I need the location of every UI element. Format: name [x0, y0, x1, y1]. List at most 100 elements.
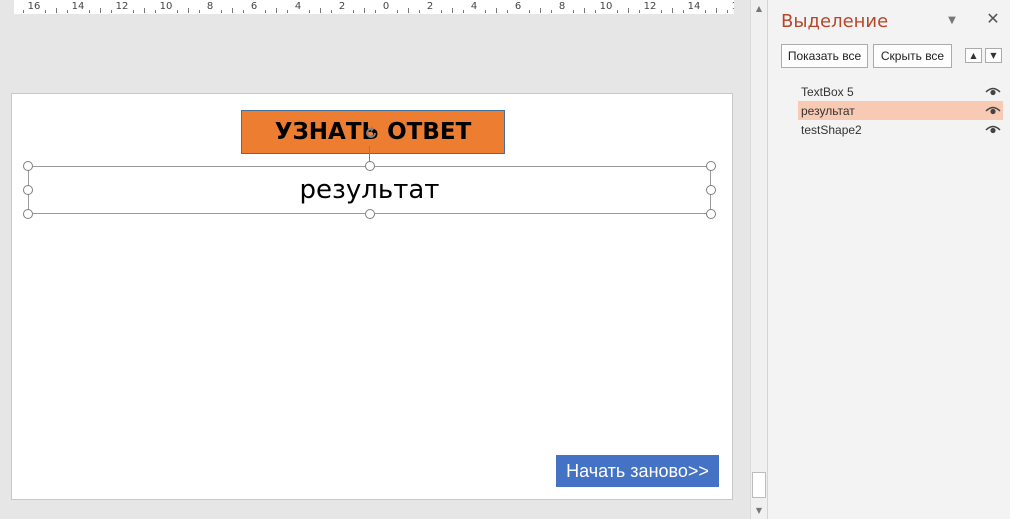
ruler-tick — [353, 10, 354, 13]
ruler-tick — [727, 10, 728, 13]
resize-handle-left[interactable] — [23, 185, 33, 195]
resize-handle-top[interactable] — [365, 161, 375, 171]
ruler-tick — [551, 10, 552, 13]
ruler-tick — [617, 10, 618, 13]
pane-title: Выделение — [781, 11, 889, 32]
ruler-label: 6 — [514, 1, 522, 12]
ruler-label: 14 — [687, 1, 701, 12]
vertical-scrollbar[interactable]: ▲ ▼ — [750, 0, 767, 519]
ruler-tick — [408, 8, 409, 13]
ruler-label: 6 — [250, 1, 258, 12]
ruler-label: 8 — [206, 1, 214, 12]
ruler-tick — [23, 10, 24, 13]
ruler-tick — [463, 10, 464, 13]
scrollbar-thumb[interactable] — [752, 472, 766, 498]
restart-button[interactable]: Начать заново>> — [556, 455, 719, 487]
ruler-tick — [485, 10, 486, 13]
ruler-label: 4 — [294, 1, 302, 12]
ruler-tick — [111, 10, 112, 13]
ruler-tick — [309, 10, 310, 13]
resize-handle-right[interactable] — [706, 185, 716, 195]
ruler-tick — [364, 8, 365, 13]
ruler-tick — [100, 8, 101, 13]
ruler-label: 14 — [71, 1, 85, 12]
ruler-tick — [628, 8, 629, 13]
ruler-tick — [232, 8, 233, 13]
send-backward-icon[interactable]: ▼ — [985, 48, 1002, 63]
ruler-tick — [221, 10, 222, 13]
ruler-tick — [595, 10, 596, 13]
horizontal-ruler: 16 14 12 10 8 6 4 2 0 2 4 6 8 10 12 14 16 — [14, 0, 734, 14]
ruler-label: 16 — [27, 1, 41, 12]
ruler-tick — [287, 10, 288, 13]
ruler-label: 12 — [643, 1, 657, 12]
ruler-tick — [177, 10, 178, 13]
show-all-label: Показать все — [787, 49, 862, 63]
hide-all-label: Скрыть все — [880, 49, 945, 63]
ruler-label: 10 — [159, 1, 173, 12]
show-all-button[interactable]: Показать все — [781, 44, 868, 68]
close-icon[interactable]: ✕ — [986, 11, 1000, 27]
ruler-tick — [584, 8, 585, 13]
ruler-label: 16 — [732, 0, 734, 14]
ruler-tick — [375, 10, 376, 13]
ruler-tick — [529, 10, 530, 13]
resize-handle-bottom-left[interactable] — [23, 209, 33, 219]
list-item-label: результат — [801, 103, 855, 118]
ruler-label: 8 — [558, 1, 566, 12]
selection-list: TextBox 5 результат testShape2 — [798, 82, 1003, 139]
ruler-tick — [265, 10, 266, 13]
ruler-tick — [705, 10, 706, 13]
ruler-tick — [133, 10, 134, 13]
selection-pane: Выделение ▼ ✕ Показать все Скрыть все ▲ … — [767, 0, 1010, 519]
slide-canvas[interactable]: УЗНАТЬ ОТВЕТ результат Начать заново>> — [11, 93, 733, 500]
hide-all-button[interactable]: Скрыть все — [873, 44, 952, 68]
bring-forward-icon[interactable]: ▲ — [965, 48, 982, 63]
ruler-tick — [397, 10, 398, 13]
ruler-tick — [276, 8, 277, 13]
scroll-up-icon[interactable]: ▲ — [751, 0, 767, 16]
ruler-label: 10 — [599, 1, 613, 12]
ruler-tick — [67, 10, 68, 13]
result-textbox[interactable]: результат — [28, 166, 711, 214]
ruler-label: 0 — [382, 1, 390, 12]
list-item-result[interactable]: результат — [798, 101, 1003, 120]
rotate-handle-icon[interactable] — [364, 126, 378, 140]
ruler-label: 2 — [426, 1, 434, 12]
list-item-testshape2[interactable]: testShape2 — [798, 120, 1003, 139]
ruler-tick — [144, 8, 145, 13]
resize-handle-bottom-right[interactable] — [706, 209, 716, 219]
pane-options-icon[interactable]: ▼ — [946, 15, 958, 27]
ruler-tick — [661, 10, 662, 13]
ruler-tick — [639, 10, 640, 13]
ruler-label: 12 — [115, 1, 129, 12]
eye-icon[interactable] — [985, 105, 1001, 116]
ruler-tick — [56, 8, 57, 13]
scroll-down-icon[interactable]: ▼ — [751, 502, 767, 518]
ruler-tick — [441, 10, 442, 13]
ruler-tick — [188, 8, 189, 13]
list-item-label: testShape2 — [801, 122, 862, 137]
ruler-tick — [507, 10, 508, 13]
ruler-tick — [419, 10, 420, 13]
ruler-label: 2 — [338, 1, 346, 12]
eye-icon[interactable] — [985, 124, 1001, 135]
slide-editor: 16 14 12 10 8 6 4 2 0 2 4 6 8 10 12 14 16 УЗНАТЬ ОТВЕТ р… — [0, 0, 750, 519]
ruler-tick — [320, 8, 321, 13]
resize-handle-top-right[interactable] — [706, 161, 716, 171]
ruler-tick — [716, 8, 717, 13]
ruler-tick — [89, 10, 90, 13]
ruler-tick — [243, 10, 244, 13]
eye-icon[interactable] — [985, 86, 1001, 97]
ruler-tick — [683, 10, 684, 13]
ruler-tick — [155, 10, 156, 13]
ruler-tick — [496, 8, 497, 13]
resize-handle-top-left[interactable] — [23, 161, 33, 171]
ruler-label: 4 — [470, 1, 478, 12]
ruler-tick — [199, 10, 200, 13]
ruler-tick — [573, 10, 574, 13]
list-item-textbox-5[interactable]: TextBox 5 — [798, 82, 1003, 101]
ruler-tick — [540, 8, 541, 13]
result-text[interactable]: результат — [29, 167, 710, 213]
resize-handle-bottom[interactable] — [365, 209, 375, 219]
